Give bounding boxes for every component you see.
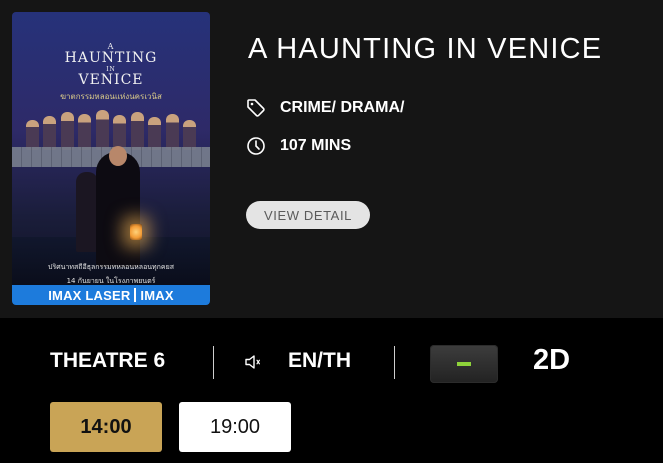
speaker-icon: [245, 355, 260, 369]
divider: [394, 346, 395, 379]
imax-laser-label: IMAX LASER: [48, 287, 131, 303]
poster-tagline: ปริศนาทสถีอีธุลกรรมทหลอนหลอนทุกคยส: [48, 263, 174, 271]
rating-indicator: [457, 362, 471, 366]
imax-separator: [134, 288, 137, 302]
showtime-button[interactable]: 19:00: [179, 402, 291, 452]
poster-detective-figure: [96, 146, 140, 267]
view-detail-button[interactable]: VIEW DETAIL: [246, 201, 370, 229]
language-label: EN/TH: [288, 349, 351, 372]
poster-imax-bar: IMAX LASER IMAX: [12, 285, 210, 305]
genre-row: CRIME/ DRAMA/: [246, 98, 404, 118]
theatre-label: THEATRE 6: [50, 349, 166, 372]
format-label: 2D: [533, 344, 571, 376]
poster-cloaked-figure: [76, 172, 98, 252]
duration-row: 107 MINS: [246, 136, 351, 156]
movie-poster[interactable]: A HAUNTING IN VENICE ฆาตกรรมหลอนแห่งนครเ…: [12, 12, 210, 305]
divider: [213, 346, 214, 379]
poster-cast-figures: [26, 108, 196, 150]
duration-text: 107 MINS: [280, 137, 352, 154]
rating-badge: [430, 345, 498, 383]
poster-title: A HAUNTING IN VENICE: [64, 42, 158, 88]
tag-icon: [247, 99, 265, 117]
genre-text: CRIME/ DRAMA/: [280, 99, 405, 116]
poster-thai-title: ฆาตกรรมหลอนแห่งนครเวนิส: [60, 92, 162, 101]
imax-label: IMAX: [140, 287, 174, 303]
movie-title: A HAUNTING IN VENICE: [248, 33, 603, 65]
clock-icon: [247, 137, 265, 155]
showtime-button-selected[interactable]: 14:00: [50, 402, 162, 452]
poster-lantern: [130, 224, 142, 240]
